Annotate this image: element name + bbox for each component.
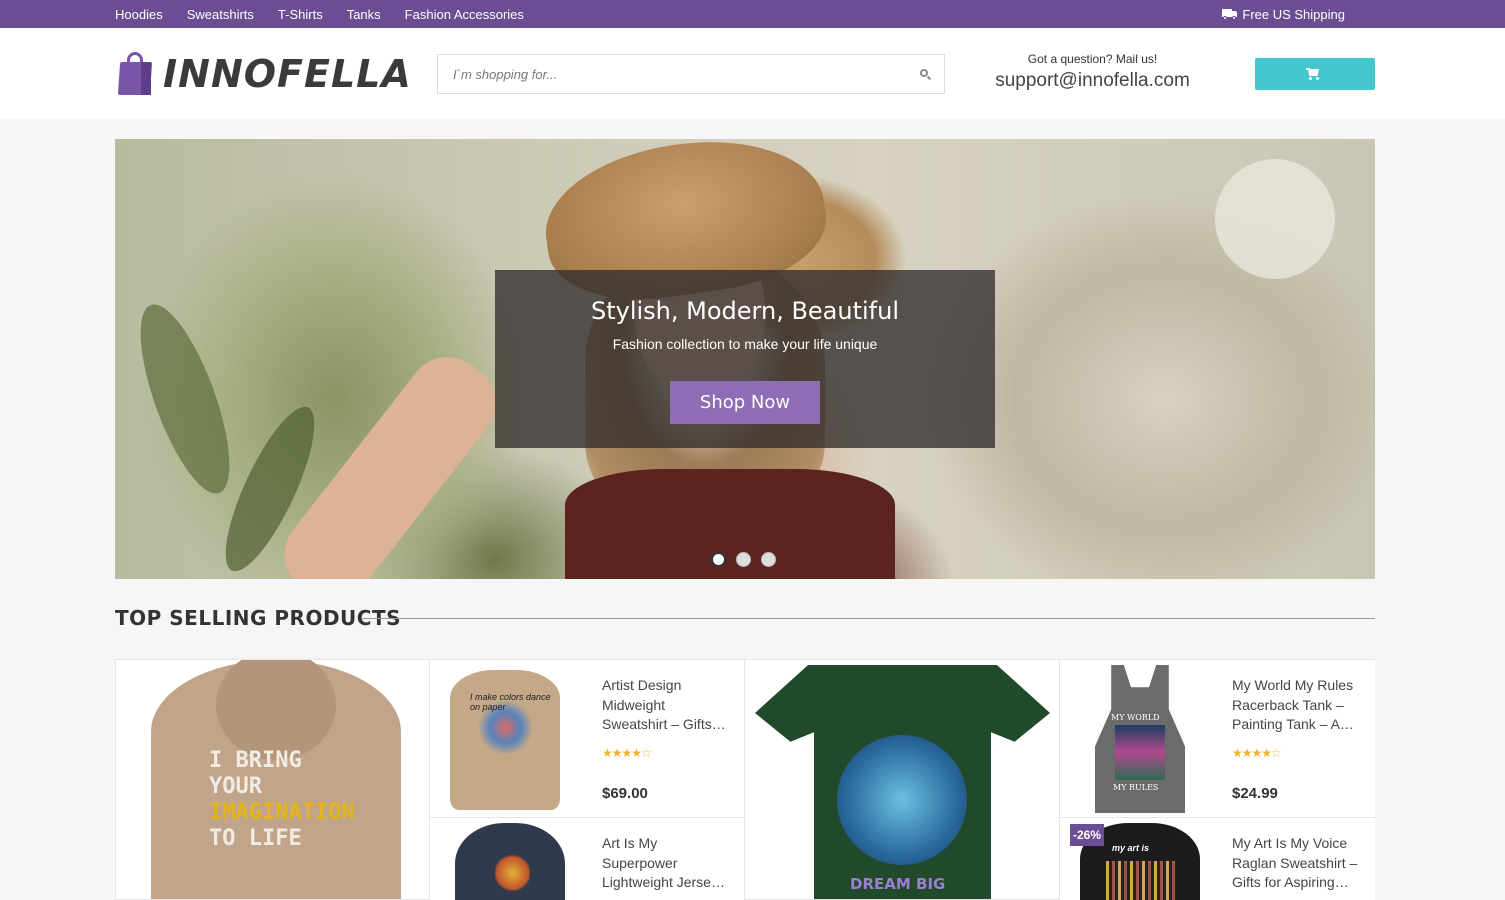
logo[interactable]: INNOFELLA bbox=[117, 52, 412, 96]
nav-fashion-accessories[interactable]: Fashion Accessories bbox=[405, 7, 524, 22]
nav-sweatshirts[interactable]: Sweatshirts bbox=[187, 7, 254, 22]
product-card[interactable]: my art is -26% My Art Is My Voice Raglan… bbox=[1060, 818, 1375, 900]
product-image[interactable]: I make colors dance on paper bbox=[450, 670, 560, 810]
product-card-featured-hoodie[interactable]: I BRING YOUR IMAGINATION TO LIFE bbox=[116, 660, 430, 900]
rating-stars: ★★★★☆ bbox=[1232, 746, 1282, 760]
site-header: INNOFELLA Got a question? Mail us! suppo… bbox=[0, 28, 1505, 119]
product-image[interactable]: DREAM BIG bbox=[755, 665, 1050, 899]
product-title[interactable]: My World My Rules Racerback Tank – Paint… bbox=[1232, 676, 1360, 735]
product-grid: I BRING YOUR IMAGINATION TO LIFE I make … bbox=[115, 659, 1375, 900]
hero-title: Stylish, Modern, Beautiful bbox=[590, 297, 899, 325]
section-divider bbox=[361, 618, 1375, 619]
slider-dot-3[interactable] bbox=[761, 552, 776, 567]
product-price: $24.99 bbox=[1232, 785, 1278, 802]
product-card-featured-tee[interactable]: DREAM BIG bbox=[745, 660, 1060, 900]
hero-image bbox=[122, 294, 248, 504]
top-nav: Hoodies Sweatshirts T-Shirts Tanks Fashi… bbox=[115, 0, 524, 28]
search-box bbox=[437, 54, 945, 94]
discount-badge: -26% bbox=[1070, 824, 1105, 846]
top-bar: Hoodies Sweatshirts T-Shirts Tanks Fashi… bbox=[0, 0, 1505, 28]
product-card[interactable]: I make colors dance on paper Artist Desi… bbox=[430, 660, 745, 818]
shopping-bag-icon bbox=[117, 52, 153, 96]
search-icon[interactable] bbox=[920, 69, 932, 81]
product-image[interactable]: I BRING YOUR IMAGINATION TO LIFE bbox=[151, 660, 401, 899]
shop-now-button[interactable]: Shop Now bbox=[670, 381, 820, 424]
free-shipping-notice: Free US Shipping bbox=[1222, 0, 1345, 28]
section-title: TOP SELLING PRODUCTS bbox=[115, 606, 402, 630]
product-title[interactable]: Art Is My Superpower Lightweight Jerse… bbox=[602, 834, 730, 893]
hero-subtitle: Fashion collection to make your life uni… bbox=[612, 336, 878, 352]
product-card[interactable]: Art Is My Superpower Lightweight Jerse… bbox=[430, 818, 745, 900]
product-title[interactable]: My Art Is My Voice Raglan Sweatshirt – G… bbox=[1232, 834, 1360, 893]
product-card[interactable]: MY WORLD MY RULES My World My Rules Race… bbox=[1060, 660, 1375, 818]
slider-dot-1[interactable] bbox=[711, 552, 726, 567]
product-title[interactable]: Artist Design Midweight Sweatshirt – Gif… bbox=[602, 676, 730, 735]
slider-dots bbox=[711, 552, 776, 567]
rating-stars: ★★★★☆ bbox=[602, 746, 652, 760]
product-price: $69.00 bbox=[602, 785, 648, 802]
cart-button[interactable] bbox=[1255, 58, 1375, 90]
contact-question: Got a question? Mail us! bbox=[1027, 52, 1158, 66]
search-input[interactable] bbox=[438, 55, 908, 93]
nav-t-shirts[interactable]: T-Shirts bbox=[278, 7, 323, 22]
nav-hoodies[interactable]: Hoodies bbox=[115, 7, 163, 22]
logo-text: INNOFELLA bbox=[163, 52, 412, 96]
truck-icon bbox=[1222, 9, 1238, 20]
product-image[interactable] bbox=[455, 823, 565, 900]
shipping-text: Free US Shipping bbox=[1242, 6, 1345, 22]
hero-slider: Stylish, Modern, Beautiful Fashion colle… bbox=[115, 139, 1375, 579]
cart-icon bbox=[1306, 68, 1322, 81]
hero-caption: Stylish, Modern, Beautiful Fashion colle… bbox=[495, 270, 995, 448]
contact-email[interactable]: support@innofella.com bbox=[960, 70, 1225, 92]
product-image[interactable]: MY WORLD MY RULES bbox=[1095, 665, 1185, 813]
contact-info: Got a question? Mail us! support@innofel… bbox=[960, 52, 1225, 92]
slider-dot-2[interactable] bbox=[736, 552, 751, 567]
nav-tanks[interactable]: Tanks bbox=[347, 7, 381, 22]
